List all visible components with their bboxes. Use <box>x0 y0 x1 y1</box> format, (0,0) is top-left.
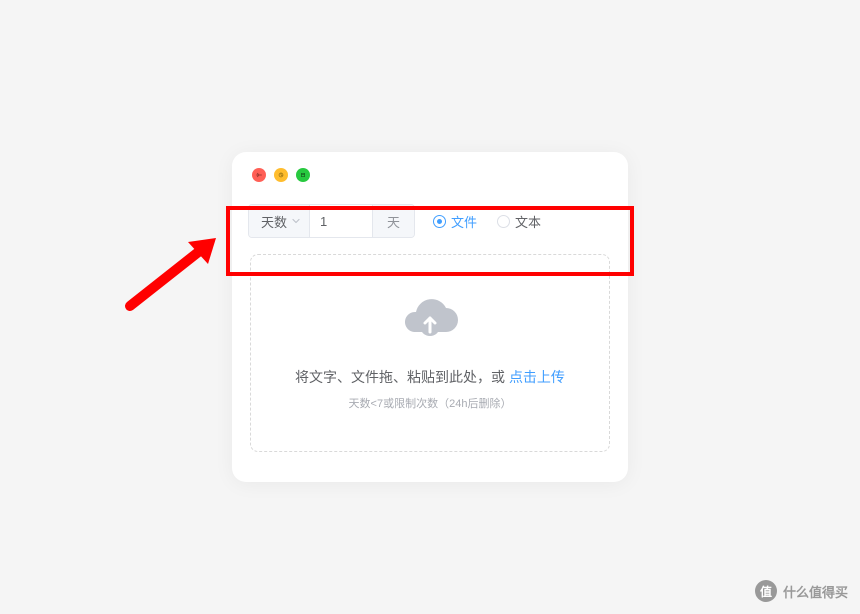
days-type-select[interactable]: 天数 <box>249 205 310 237</box>
radio-dot-icon <box>433 215 446 228</box>
watermark: 值 什么值得买 <box>755 580 848 602</box>
days-input-group: 天数 天 <box>248 204 415 238</box>
window-minimize-button[interactable] <box>274 168 288 182</box>
radio-file-label: 文件 <box>451 212 477 231</box>
days-suffix: 天 <box>372 205 414 237</box>
upload-link[interactable]: 点击上传 <box>509 369 565 385</box>
window-maximize-button[interactable] <box>296 168 310 182</box>
controls-row: 天数 天 文件 文本 <box>248 200 614 242</box>
window-titlebar <box>232 152 628 192</box>
watermark-text: 什么值得买 <box>783 582 848 601</box>
annotation-arrow-icon <box>118 228 228 323</box>
radio-file[interactable]: 文件 <box>433 212 477 231</box>
radio-text-label: 文本 <box>515 212 541 231</box>
radio-text[interactable]: 文本 <box>497 212 541 231</box>
dropzone-subtext: 天数<7或限制次数（24h后删除） <box>349 395 512 411</box>
select-label: 天数 <box>261 212 287 231</box>
radio-dot-icon <box>497 215 510 228</box>
upload-cloud-icon <box>398 296 462 349</box>
dropzone-prefix: 将文字、文件拖、粘贴到此处，或 <box>295 369 509 385</box>
window-close-button[interactable] <box>252 168 266 182</box>
days-value-input[interactable] <box>310 205 372 237</box>
dropzone-text: 将文字、文件拖、粘贴到此处，或 点击上传 <box>295 367 565 387</box>
watermark-badge: 值 <box>755 580 777 602</box>
upload-dropzone[interactable]: 将文字、文件拖、粘贴到此处，或 点击上传 天数<7或限制次数（24h后删除） <box>250 254 610 452</box>
upload-card: 天数 天 文件 文本 将文字、文件拖、粘贴到此处， <box>232 152 628 482</box>
chevron-down-icon <box>291 216 301 226</box>
type-radio-group: 文件 文本 <box>433 212 541 231</box>
